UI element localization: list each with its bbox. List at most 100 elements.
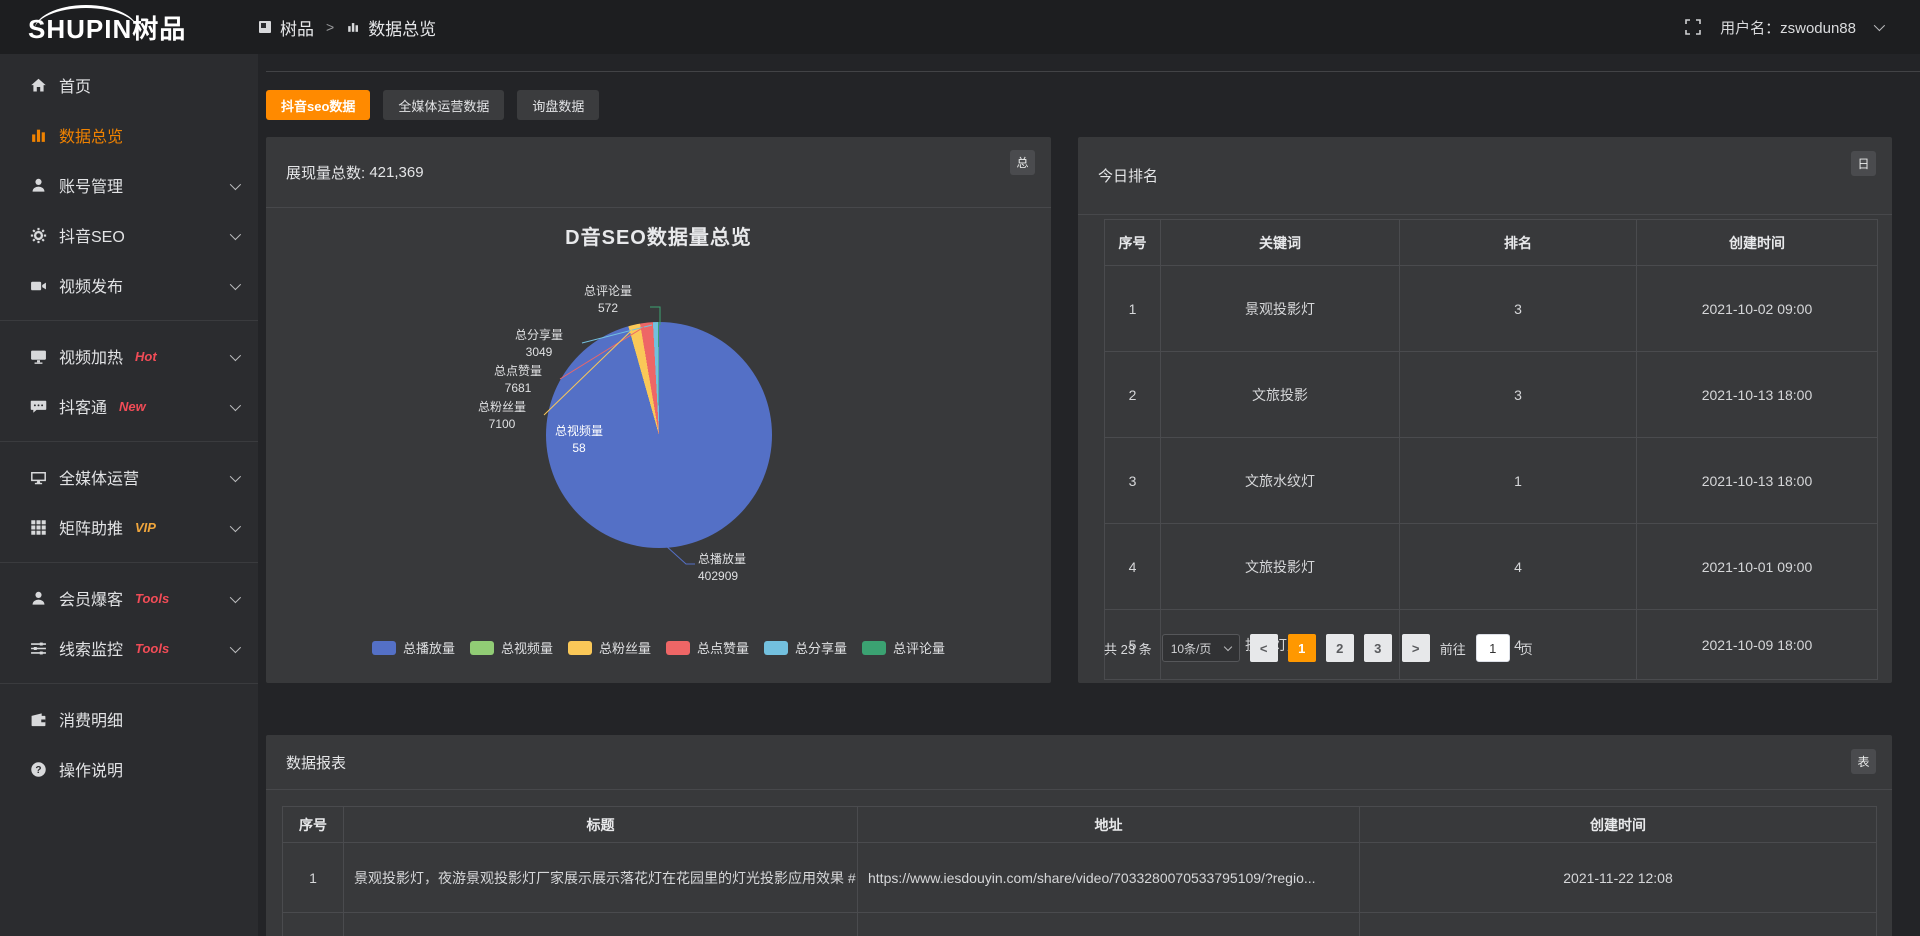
chevron-down-icon xyxy=(230,592,241,603)
cell-time: 2021-11-22 12:08 xyxy=(1360,843,1877,913)
tab-inquiry-data[interactable]: 询盘数据 xyxy=(517,90,599,120)
sidebar-item-label: 消费明细 xyxy=(59,707,123,731)
sidebar-divider xyxy=(0,683,258,684)
pie-label-name: 总播放量 xyxy=(698,551,808,568)
legend-item-comments[interactable]: 总评论量 xyxy=(862,638,945,657)
sidebar-item-video-publish[interactable]: 视频发布 xyxy=(0,260,258,310)
cell-keyword: 文旅水纹灯 xyxy=(1161,438,1400,524)
tools-badge: Tools xyxy=(135,591,169,606)
chevron-down-icon xyxy=(230,642,241,653)
breadcrumb-separator: > xyxy=(326,19,334,35)
legend-label: 总粉丝量 xyxy=(599,638,651,657)
breadcrumb-root[interactable]: 树品 xyxy=(280,15,314,40)
pie-label-name: 总视频量 xyxy=(524,423,634,440)
cell-url xyxy=(858,913,1360,936)
top-header: SHUPIN树品 树品 > 数据总览 用户名：zswodun88 xyxy=(0,0,1920,54)
sidebar-item-help[interactable]: ? 操作说明 xyxy=(0,744,258,794)
gear-icon xyxy=(30,227,47,244)
sidebar-item-label: 线索监控 xyxy=(59,636,123,660)
next-page-button[interactable]: > xyxy=(1402,634,1430,662)
table-toggle-button[interactable]: 表 xyxy=(1851,749,1876,774)
cell-rank: 4 xyxy=(1400,524,1637,610)
chevron-down-icon xyxy=(230,471,241,482)
sidebar-item-spend-detail[interactable]: 消费明细 xyxy=(0,694,258,744)
sidebar-item-data-overview[interactable]: 数据总览 xyxy=(0,110,258,160)
goto-page-input[interactable]: 1 xyxy=(1476,634,1510,662)
sidebar-item-lead-monitor[interactable]: 线索监控 Tools xyxy=(0,623,258,673)
total-count-label: 共 23 条 xyxy=(1104,639,1152,658)
legend-item-videos[interactable]: 总视频量 xyxy=(470,638,553,657)
sidebar-divider xyxy=(0,320,258,321)
report-table: 序号 标题 地址 创建时间 1 景观投影灯，夜游景观投影灯厂家展示展示落花灯在花… xyxy=(282,806,1877,936)
sidebar-divider xyxy=(0,441,258,442)
page-button-1[interactable]: 1 xyxy=(1288,634,1316,662)
svg-text:?: ? xyxy=(35,764,41,775)
breadcrumb-current[interactable]: 数据总览 xyxy=(368,15,436,40)
page-button-2[interactable]: 2 xyxy=(1326,634,1354,662)
tab-media-ops-data[interactable]: 全媒体运营数据 xyxy=(383,90,504,120)
cell-index: 1 xyxy=(1105,266,1161,352)
chevron-down-icon xyxy=(230,350,241,361)
sidebar: 首页 数据总览 账号管理 抖音SEO 视频发布 视频加热 Hot xyxy=(0,54,258,936)
legend-item-fans[interactable]: 总粉丝量 xyxy=(568,638,651,657)
cell-rank: 3 xyxy=(1400,352,1637,438)
pie-label-value: 7681 xyxy=(476,380,560,397)
sidebar-item-douyin-seo[interactable]: 抖音SEO xyxy=(0,210,258,260)
daily-toggle-button[interactable]: 日 xyxy=(1851,151,1876,176)
data-tabs: 抖音seo数据 全媒体运营数据 询盘数据 xyxy=(266,90,599,120)
cell-keyword: 文旅投影灯 xyxy=(1161,524,1400,610)
goto-unit-label: 页 xyxy=(1520,639,1533,658)
pie-label-plays: 总播放量 402909 xyxy=(698,551,808,585)
page-button-3[interactable]: 3 xyxy=(1364,634,1392,662)
legend-swatch xyxy=(862,641,886,655)
chart-title: D音SEO数据量总览 xyxy=(266,221,1051,250)
video-camera-icon xyxy=(30,277,47,294)
cell-title: 景观投影灯，夜游景观投影灯厂家展示展示落花灯在花园里的灯光投影应用效果 # xyxy=(344,843,858,913)
report-panel-title: 数据报表 xyxy=(286,752,346,773)
page-size-select[interactable]: 10条/页 xyxy=(1162,634,1240,662)
chevron-down-icon xyxy=(230,521,241,532)
total-toggle-button[interactable]: 总 xyxy=(1010,150,1035,175)
chevron-down-icon[interactable] xyxy=(1874,20,1885,31)
cell-time: 2021-10-01 09:00 xyxy=(1637,524,1878,610)
sidebar-item-account[interactable]: 账号管理 xyxy=(0,160,258,210)
legend-swatch xyxy=(666,641,690,655)
ranking-panel-header: 今日排名 日 xyxy=(1078,137,1892,215)
cell-url-link[interactable]: https://www.iesdouyin.com/share/video/70… xyxy=(858,843,1360,913)
sidebar-item-douketong[interactable]: 抖客通 New xyxy=(0,381,258,431)
cell-rank: 3 xyxy=(1400,266,1637,352)
sidebar-item-label: 视频加热 xyxy=(59,344,123,368)
pie-label-value: 3049 xyxy=(497,344,581,361)
legend-item-plays[interactable]: 总播放量 xyxy=(372,638,455,657)
pie-label-shares: 总分享量 3049 xyxy=(497,327,581,361)
sidebar-item-matrix-boost[interactable]: 矩阵助推 VIP xyxy=(0,502,258,552)
username-label[interactable]: 用户名：zswodun88 xyxy=(1720,17,1856,38)
screen-icon xyxy=(30,348,47,365)
sidebar-item-home[interactable]: 首页 xyxy=(0,60,258,110)
tab-douyin-seo-data[interactable]: 抖音seo数据 xyxy=(266,90,370,120)
legend-item-likes[interactable]: 总点赞量 xyxy=(666,638,749,657)
legend-item-shares[interactable]: 总分享量 xyxy=(764,638,847,657)
sidebar-item-member-burst[interactable]: 会员爆客 Tools xyxy=(0,573,258,623)
pie-label-name: 总分享量 xyxy=(497,327,581,344)
breadcrumb: 树品 > 数据总览 xyxy=(258,15,436,40)
fullscreen-icon[interactable] xyxy=(1684,18,1702,36)
sidebar-item-media-ops[interactable]: 全媒体运营 xyxy=(0,452,258,502)
vip-badge: VIP xyxy=(135,520,156,535)
cell-keyword: 景观投影灯 xyxy=(1161,266,1400,352)
sidebar-item-label: 首页 xyxy=(59,73,91,97)
sidebar-item-label: 抖客通 xyxy=(59,394,107,418)
chat-bubble-icon xyxy=(30,398,47,415)
header-divider xyxy=(266,71,1920,72)
total-impressions-label: 展现量总数: xyxy=(286,162,365,183)
sidebar-item-video-heat[interactable]: 视频加热 Hot xyxy=(0,331,258,381)
cell-title xyxy=(344,913,858,936)
chevron-down-icon xyxy=(1223,642,1231,650)
legend-swatch xyxy=(568,641,592,655)
chevron-down-icon xyxy=(230,229,241,240)
pie-label-value: 572 xyxy=(566,300,650,317)
legend-label: 总点赞量 xyxy=(697,638,749,657)
user-icon xyxy=(30,177,47,194)
prev-page-button[interactable]: < xyxy=(1250,634,1278,662)
user-icon xyxy=(30,590,47,607)
